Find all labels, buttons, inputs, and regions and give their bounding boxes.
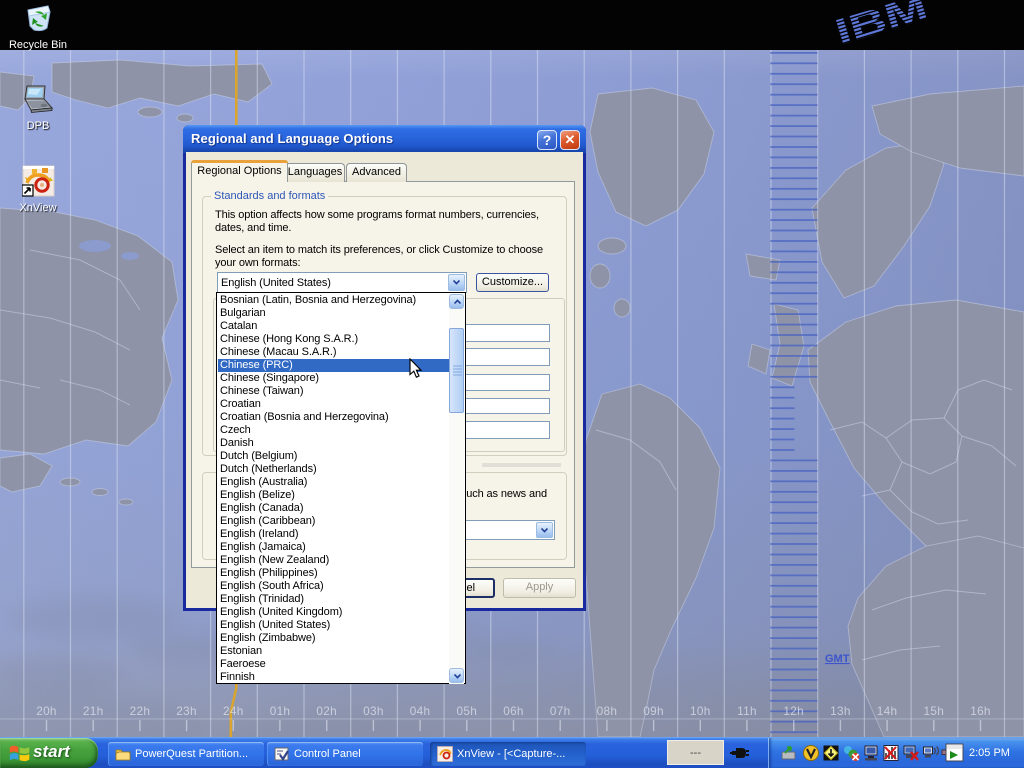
svg-text:03h: 03h [363,704,384,718]
svg-text:11h: 11h [737,704,757,718]
svg-text:15h: 15h [924,704,945,718]
svg-text:22h: 22h [130,704,151,718]
svg-text:23h: 23h [176,704,197,718]
svg-text:14h: 14h [877,704,898,718]
svg-text:13h: 13h [830,704,851,718]
svg-text:06h: 06h [503,704,524,718]
svg-text:07h: 07h [550,704,571,718]
svg-text:21h: 21h [83,704,104,718]
svg-text:20h: 20h [36,704,57,718]
svg-text:01h: 01h [270,704,291,718]
svg-text:04h: 04h [410,704,431,718]
svg-text:09h: 09h [643,704,664,718]
svg-text:IBM: IBM [832,0,932,50]
svg-text:10h: 10h [690,704,711,718]
svg-text:GMT: GMT [825,653,850,665]
svg-text:02h: 02h [316,704,337,718]
svg-text:24h: 24h [223,704,244,718]
svg-text:12h: 12h [783,704,804,718]
svg-text:05h: 05h [457,704,478,718]
svg-text:16h: 16h [970,704,991,718]
svg-text:08h: 08h [597,704,618,718]
